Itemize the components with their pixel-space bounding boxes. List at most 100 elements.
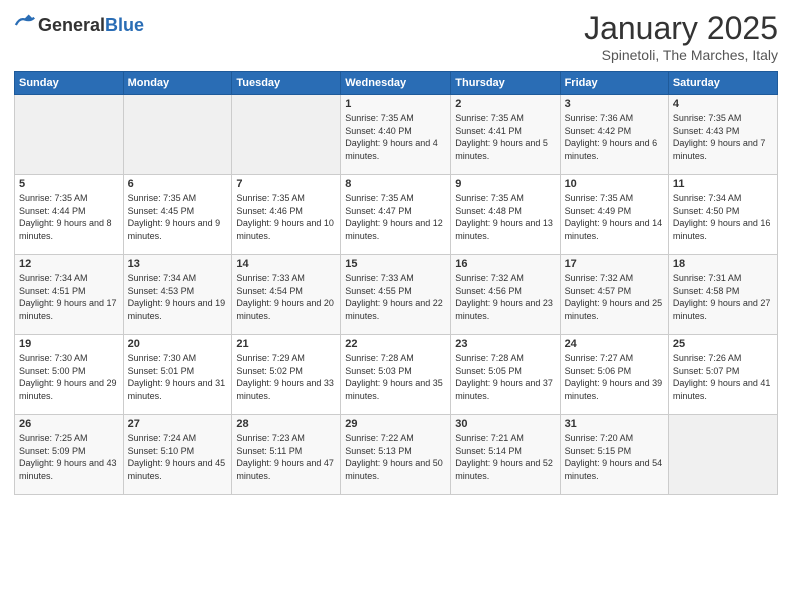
day-number: 29 [345, 418, 446, 430]
day-info: Sunrise: 7:30 AM Sunset: 5:00 PM Dayligh… [19, 352, 119, 402]
table-row: 1 Sunrise: 7:35 AM Sunset: 4:40 PM Daylig… [341, 95, 451, 175]
day-info: Sunrise: 7:35 AM Sunset: 4:46 PM Dayligh… [236, 192, 336, 242]
table-row: 2Sunrise: 7:35 AM Sunset: 4:41 PM Daylig… [451, 95, 560, 175]
day-info: Sunrise: 7:35 AM Sunset: 4:40 PM Dayligh… [345, 112, 446, 162]
day-info: Sunrise: 7:28 AM Sunset: 5:03 PM Dayligh… [345, 352, 446, 402]
table-row: 27 Sunrise: 7:24 AM Sunset: 5:10 PM Dayli… [123, 415, 232, 495]
day-info: Sunrise: 7:30 AM Sunset: 5:01 PM Dayligh… [128, 352, 228, 402]
day-info: Sunrise: 7:20 AM Sunset: 5:15 PM Dayligh… [565, 432, 664, 482]
table-row: 16Sunrise: 7:32 AM Sunset: 4:56 PM Dayli… [451, 255, 560, 335]
logo-icon [14, 14, 36, 36]
day-number: 18 [673, 258, 773, 270]
day-number: 7 [236, 178, 336, 190]
day-number: 23 [455, 338, 555, 350]
day-number: 22 [345, 338, 446, 350]
day-number: 13 [128, 258, 228, 270]
logo: GeneralBlue [14, 14, 144, 36]
table-row: 21Sunrise: 7:29 AM Sunset: 5:02 PM Dayli… [232, 335, 341, 415]
day-info: Sunrise: 7:34 AM Sunset: 4:50 PM Dayligh… [673, 192, 773, 242]
day-info: Sunrise: 7:22 AM Sunset: 5:13 PM Dayligh… [345, 432, 446, 482]
logo-blue: Blue [105, 15, 144, 35]
day-number: 3 [565, 98, 664, 110]
table-row: 28Sunrise: 7:23 AM Sunset: 5:11 PM Dayli… [232, 415, 341, 495]
table-row: 20Sunrise: 7:30 AM Sunset: 5:01 PM Dayli… [123, 335, 232, 415]
col-saturday: Saturday [668, 72, 777, 95]
day-number: 30 [455, 418, 555, 430]
day-info: Sunrise: 7:31 AM Sunset: 4:58 PM Dayligh… [673, 272, 773, 322]
day-info: Sunrise: 7:28 AM Sunset: 5:05 PM Dayligh… [455, 352, 555, 402]
table-row: 5 Sunrise: 7:35 AM Sunset: 4:44 PM Daylig… [15, 175, 124, 255]
table-row: 8 Sunrise: 7:35 AM Sunset: 4:47 PM Daylig… [341, 175, 451, 255]
calendar-week-row: 1 Sunrise: 7:35 AM Sunset: 4:40 PM Daylig… [15, 95, 778, 175]
table-row [15, 95, 124, 175]
day-info: Sunrise: 7:29 AM Sunset: 5:02 PM Dayligh… [236, 352, 336, 402]
table-row: 18 Sunrise: 7:31 AM Sunset: 4:58 PM Dayli… [668, 255, 777, 335]
day-number: 14 [236, 258, 336, 270]
calendar-week-row: 19 Sunrise: 7:30 AM Sunset: 5:00 PM Dayli… [15, 335, 778, 415]
table-row: 4 Sunrise: 7:35 AM Sunset: 4:43 PM Daylig… [668, 95, 777, 175]
table-row: 26 Sunrise: 7:25 AM Sunset: 5:09 PM Dayli… [15, 415, 124, 495]
col-monday: Monday [123, 72, 232, 95]
table-row: 23 Sunrise: 7:28 AM Sunset: 5:05 PM Dayli… [451, 335, 560, 415]
col-thursday: Thursday [451, 72, 560, 95]
day-info: Sunrise: 7:35 AM Sunset: 4:44 PM Dayligh… [19, 192, 119, 242]
col-tuesday: Tuesday [232, 72, 341, 95]
table-row: 25Sunrise: 7:26 AM Sunset: 5:07 PM Dayli… [668, 335, 777, 415]
day-number: 12 [19, 258, 119, 270]
calendar-week-row: 26 Sunrise: 7:25 AM Sunset: 5:09 PM Dayli… [15, 415, 778, 495]
header: GeneralBlue January 2025 Spinetoli, The … [14, 10, 778, 63]
month-title: January 2025 [584, 10, 778, 47]
table-row: 9 Sunrise: 7:35 AM Sunset: 4:48 PM Daylig… [451, 175, 560, 255]
day-info: Sunrise: 7:35 AM Sunset: 4:48 PM Dayligh… [455, 192, 555, 242]
table-row: 19 Sunrise: 7:30 AM Sunset: 5:00 PM Dayli… [15, 335, 124, 415]
day-info: Sunrise: 7:32 AM Sunset: 4:57 PM Dayligh… [565, 272, 664, 322]
table-row: 13 Sunrise: 7:34 AM Sunset: 4:53 PM Dayli… [123, 255, 232, 335]
day-number: 16 [455, 258, 555, 270]
table-row: 7 Sunrise: 7:35 AM Sunset: 4:46 PM Daylig… [232, 175, 341, 255]
table-row [668, 415, 777, 495]
table-row: 22 Sunrise: 7:28 AM Sunset: 5:03 PM Dayli… [341, 335, 451, 415]
day-number: 19 [19, 338, 119, 350]
day-number: 8 [345, 178, 446, 190]
title-area: January 2025 Spinetoli, The Marches, Ita… [584, 10, 778, 63]
day-number: 4 [673, 98, 773, 110]
table-row: 31Sunrise: 7:20 AM Sunset: 5:15 PM Dayli… [560, 415, 668, 495]
day-number: 9 [455, 178, 555, 190]
day-info: Sunrise: 7:25 AM Sunset: 5:09 PM Dayligh… [19, 432, 119, 482]
col-sunday: Sunday [15, 72, 124, 95]
day-info: Sunrise: 7:34 AM Sunset: 4:53 PM Dayligh… [128, 272, 228, 322]
table-row: 29 Sunrise: 7:22 AM Sunset: 5:13 PM Dayli… [341, 415, 451, 495]
day-info: Sunrise: 7:24 AM Sunset: 5:10 PM Dayligh… [128, 432, 228, 482]
day-info: Sunrise: 7:35 AM Sunset: 4:45 PM Dayligh… [128, 192, 228, 242]
calendar-table: Sunday Monday Tuesday Wednesday Thursday… [14, 71, 778, 495]
day-info: Sunrise: 7:35 AM Sunset: 4:47 PM Dayligh… [345, 192, 446, 242]
day-number: 6 [128, 178, 228, 190]
day-number: 10 [565, 178, 664, 190]
day-number: 1 [345, 98, 446, 110]
col-friday: Friday [560, 72, 668, 95]
day-number: 27 [128, 418, 228, 430]
table-row: 17Sunrise: 7:32 AM Sunset: 4:57 PM Dayli… [560, 255, 668, 335]
day-info: Sunrise: 7:33 AM Sunset: 4:55 PM Dayligh… [345, 272, 446, 322]
location-subtitle: Spinetoli, The Marches, Italy [584, 47, 778, 63]
page-container: GeneralBlue January 2025 Spinetoli, The … [0, 0, 792, 505]
day-info: Sunrise: 7:36 AM Sunset: 4:42 PM Dayligh… [565, 112, 664, 162]
day-number: 26 [19, 418, 119, 430]
day-number: 11 [673, 178, 773, 190]
day-info: Sunrise: 7:35 AM Sunset: 4:43 PM Dayligh… [673, 112, 773, 162]
col-wednesday: Wednesday [341, 72, 451, 95]
table-row [123, 95, 232, 175]
day-info: Sunrise: 7:23 AM Sunset: 5:11 PM Dayligh… [236, 432, 336, 482]
day-info: Sunrise: 7:33 AM Sunset: 4:54 PM Dayligh… [236, 272, 336, 322]
day-info: Sunrise: 7:34 AM Sunset: 4:51 PM Dayligh… [19, 272, 119, 322]
table-row: 14 Sunrise: 7:33 AM Sunset: 4:54 PM Dayli… [232, 255, 341, 335]
day-number: 5 [19, 178, 119, 190]
calendar-header-row: Sunday Monday Tuesday Wednesday Thursday… [15, 72, 778, 95]
table-row: 3 Sunrise: 7:36 AM Sunset: 4:42 PM Daylig… [560, 95, 668, 175]
day-info: Sunrise: 7:21 AM Sunset: 5:14 PM Dayligh… [455, 432, 555, 482]
calendar-week-row: 5 Sunrise: 7:35 AM Sunset: 4:44 PM Daylig… [15, 175, 778, 255]
table-row: 15Sunrise: 7:33 AM Sunset: 4:55 PM Dayli… [341, 255, 451, 335]
day-number: 25 [673, 338, 773, 350]
table-row: 30 Sunrise: 7:21 AM Sunset: 5:14 PM Dayli… [451, 415, 560, 495]
day-number: 24 [565, 338, 664, 350]
